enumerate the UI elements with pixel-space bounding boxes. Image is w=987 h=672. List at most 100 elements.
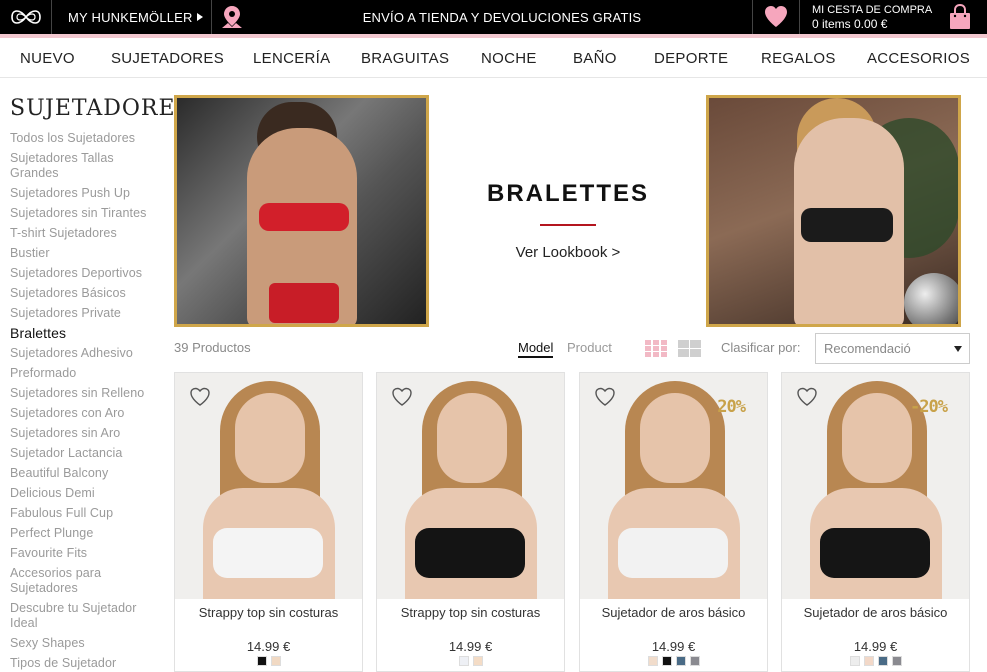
- product-garment: [820, 528, 930, 578]
- sidebar-item-fabulous-full-cup[interactable]: Fabulous Full Cup: [10, 506, 160, 521]
- banner-red-bra: [259, 203, 349, 231]
- model-face: [437, 393, 507, 483]
- sidebar-item-sin-tirantes[interactable]: Sujetadores sin Tirantes: [10, 206, 160, 221]
- nav-item-accesorios[interactable]: ACCESORIOS: [867, 50, 970, 67]
- color-swatch[interactable]: [458, 656, 469, 666]
- banner-text: BRALETTES Ver Lookbook >: [430, 180, 706, 261]
- sidebar-item-descubre[interactable]: Descubre tu Sujetador Ideal: [10, 601, 160, 631]
- sort-value: Recomendació: [824, 341, 911, 356]
- sidebar-item-delicious-demi[interactable]: Delicious Demi: [10, 486, 160, 501]
- sidebar-item-sin-relleno[interactable]: Sujetadores sin Relleno: [10, 386, 160, 401]
- nav-item-nuevo[interactable]: NUEVO: [20, 50, 75, 67]
- sidebar-item-preformado[interactable]: Preformado: [10, 366, 160, 381]
- sidebar-item-perfect-plunge[interactable]: Perfect Plunge: [10, 526, 160, 541]
- sidebar-item-con-aro[interactable]: Sujetadores con Aro: [10, 406, 160, 421]
- sidebar-item-lactancia[interactable]: Sujetador Lactancia: [10, 446, 160, 461]
- nav-item-regalos[interactable]: REGALOS: [761, 50, 836, 67]
- product-card[interactable]: 20% Sujetador de aros básico 14.99 €: [579, 372, 768, 672]
- lookbook-link[interactable]: Ver Lookbook >: [430, 244, 706, 261]
- heart-icon: [765, 6, 787, 27]
- store-locator[interactable]: [212, 0, 252, 34]
- color-swatches: [175, 656, 362, 666]
- color-swatch[interactable]: [472, 656, 483, 666]
- sidebar-item-bustier[interactable]: Bustier: [10, 246, 160, 261]
- wishlist-heart-icon[interactable]: [189, 387, 211, 407]
- view-model-toggle[interactable]: Model: [518, 340, 554, 358]
- banner-disco-ball: [904, 273, 958, 324]
- cart-button[interactable]: MI CESTA DE COMPRA 0 items 0.00 €: [800, 0, 987, 34]
- product-price: 14.99 €: [246, 639, 291, 654]
- sidebar-item-accesorios[interactable]: Accesorios para Sujetadores: [10, 566, 160, 596]
- nav-item-bano[interactable]: BAÑO: [573, 50, 617, 67]
- color-swatch[interactable]: [661, 656, 672, 666]
- product-name[interactable]: Strappy top sin costuras: [175, 605, 362, 620]
- color-swatch[interactable]: [891, 656, 902, 666]
- wishlist-button[interactable]: [752, 0, 800, 34]
- sidebar-item-tipos[interactable]: Tipos de Sujetador: [10, 656, 160, 671]
- account-label: MY HUNKEMÖLLER: [68, 9, 193, 25]
- color-swatch[interactable]: [675, 656, 686, 666]
- sort-select[interactable]: Recomendació: [815, 333, 970, 364]
- discount-badge: -20%: [910, 397, 948, 417]
- product-card[interactable]: -20% Sujetador de aros básico 14.99 €: [781, 372, 970, 672]
- main-nav: NUEVO SUJETADORES LENCERÍA BRAGUITAS NOC…: [0, 38, 987, 78]
- color-swatch[interactable]: [877, 656, 888, 666]
- color-swatch[interactable]: [647, 656, 658, 666]
- sidebar-item-private[interactable]: Sujetadores Private: [10, 306, 160, 321]
- banner-divider: [540, 224, 596, 226]
- banner-image-right[interactable]: [706, 95, 961, 327]
- product-count: 39 Productos: [174, 340, 251, 355]
- sidebar-item-beautiful-balcony[interactable]: Beautiful Balcony: [10, 466, 160, 481]
- wishlist-heart-icon[interactable]: [391, 387, 413, 407]
- sidebar-item-favourite-fits[interactable]: Favourite Fits: [10, 546, 160, 561]
- sidebar-item-bralettes[interactable]: Bralettes: [10, 326, 160, 341]
- sidebar-item-todos[interactable]: Todos los Sujetadores: [10, 131, 160, 146]
- top-bar: MY HUNKEMÖLLER ENVÍO A TIENDA Y DEVOLUCI…: [0, 0, 987, 34]
- model-face: [235, 393, 305, 483]
- product-name[interactable]: Strappy top sin costuras: [377, 605, 564, 620]
- nav-item-lenceria[interactable]: LENCERÍA: [253, 50, 330, 67]
- sidebar-item-basicos[interactable]: Sujetadores Básicos: [10, 286, 160, 301]
- wishlist-heart-icon[interactable]: [594, 387, 616, 407]
- promo-banner[interactable]: ENVÍO A TIENDA Y DEVOLUCIONES GRATIS: [252, 10, 752, 25]
- sidebar-item-sin-aro[interactable]: Sujetadores sin Aro: [10, 426, 160, 441]
- color-swatch[interactable]: [689, 656, 700, 666]
- sidebar-item-sexy-shapes[interactable]: Sexy Shapes: [10, 636, 160, 651]
- color-swatch[interactable]: [256, 656, 267, 666]
- product-name[interactable]: Sujetador de aros básico: [782, 605, 969, 620]
- bow-logo-icon: [10, 10, 41, 24]
- nav-item-deporte[interactable]: DEPORTE: [654, 50, 728, 67]
- product-card[interactable]: Strappy top sin costuras 14.99 €: [174, 372, 363, 672]
- nav-item-noche[interactable]: NOCHE: [481, 50, 537, 67]
- account-menu[interactable]: MY HUNKEMÖLLER: [52, 0, 212, 34]
- grid-small-tiles-icon[interactable]: [645, 340, 667, 357]
- play-arrow-icon: [197, 13, 203, 21]
- brand-logo[interactable]: [0, 0, 52, 34]
- sidebar-item-adhesivo[interactable]: Sujetadores Adhesivo: [10, 346, 160, 361]
- color-swatch[interactable]: [863, 656, 874, 666]
- nav-item-sujetadores[interactable]: SUJETADORES: [111, 50, 224, 67]
- product-card[interactable]: Strappy top sin costuras 14.99 €: [376, 372, 565, 672]
- color-swatch[interactable]: [849, 656, 860, 666]
- sort-label: Clasificar por:: [721, 340, 801, 355]
- discount-badge: 20%: [717, 397, 746, 417]
- sidebar-title: SUJETADORES: [10, 96, 192, 121]
- color-swatches: [782, 656, 969, 666]
- banner-black-bra: [801, 208, 893, 242]
- grid-large-tiles-icon[interactable]: [678, 340, 701, 357]
- model-face: [842, 393, 912, 483]
- banner-image-left[interactable]: [174, 95, 429, 327]
- nav-item-braguitas[interactable]: BRAGUITAS: [361, 50, 449, 67]
- sidebar-item-tallas-grandes[interactable]: Sujetadores Tallas Grandes: [10, 151, 160, 181]
- sidebar-item-push-up[interactable]: Sujetadores Push Up: [10, 186, 160, 201]
- product-name[interactable]: Sujetador de aros básico: [580, 605, 767, 620]
- product-price: 14.99 €: [853, 639, 898, 654]
- sidebar-item-t-shirt[interactable]: T-shirt Sujetadores: [10, 226, 160, 241]
- wishlist-heart-icon[interactable]: [796, 387, 818, 407]
- banner-title: BRALETTES: [487, 180, 649, 207]
- dropdown-arrow-icon: [954, 346, 962, 352]
- color-swatch[interactable]: [270, 656, 281, 666]
- sidebar-item-deportivos[interactable]: Sujetadores Deportivos: [10, 266, 160, 281]
- view-product-toggle[interactable]: Product: [567, 340, 612, 355]
- product-garment: [618, 528, 728, 578]
